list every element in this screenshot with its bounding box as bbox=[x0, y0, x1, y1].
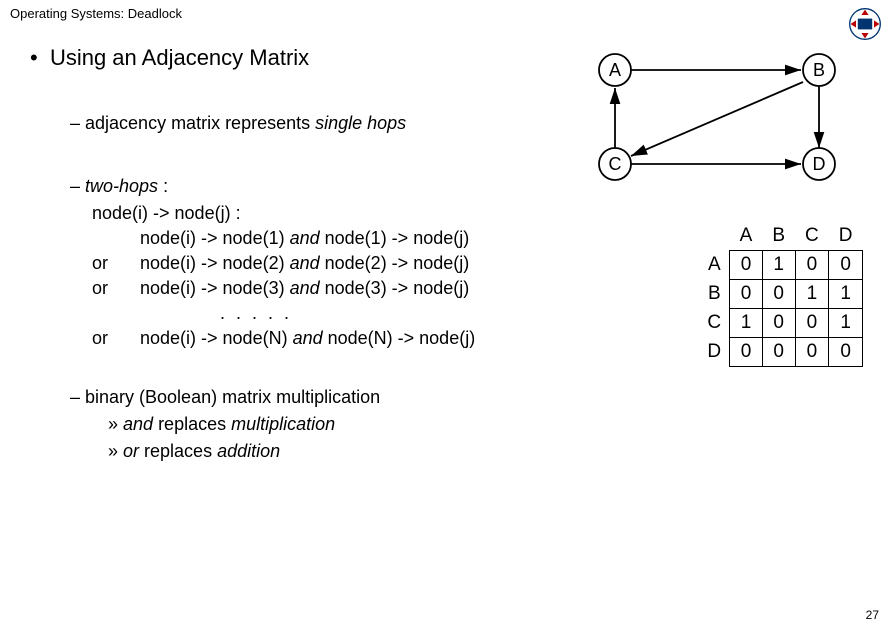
matrix-cell: 0 bbox=[730, 251, 763, 280]
node-c: C bbox=[609, 154, 622, 174]
matrix-cell: 0 bbox=[762, 280, 795, 309]
matrix-row-header: A bbox=[697, 251, 729, 280]
matrix-cell: 0 bbox=[795, 309, 829, 338]
matrix-cell: 0 bbox=[762, 338, 795, 367]
matrix-cell: 1 bbox=[795, 280, 829, 309]
matrix-cell: 1 bbox=[730, 309, 763, 338]
adjacency-matrix: ABCDA0100B0011C1001D0000 bbox=[697, 222, 863, 367]
dash-boolean: – binary (Boolean) matrix multiplication bbox=[0, 387, 891, 408]
matrix-col-header: C bbox=[795, 222, 829, 251]
matrix-cell: 0 bbox=[829, 338, 863, 367]
node-a: A bbox=[609, 60, 621, 80]
node-d: D bbox=[813, 154, 826, 174]
slide-header: Operating Systems: Deadlock bbox=[0, 0, 891, 27]
matrix-cell: 0 bbox=[730, 280, 763, 309]
matrix-cell: 0 bbox=[795, 338, 829, 367]
hop-intro: node(i) -> node(j) : bbox=[0, 203, 891, 224]
matrix-row-header: B bbox=[697, 280, 729, 309]
matrix-cell: 1 bbox=[829, 280, 863, 309]
matrix-cell: 0 bbox=[730, 338, 763, 367]
matrix-col-header: B bbox=[762, 222, 795, 251]
matrix-col-header: A bbox=[730, 222, 763, 251]
matrix-cell: 0 bbox=[795, 251, 829, 280]
matrix-cell: 0 bbox=[762, 309, 795, 338]
node-b: B bbox=[813, 60, 825, 80]
matrix-row-header: D bbox=[697, 338, 729, 367]
arrow-or: » or replaces addition bbox=[0, 441, 891, 462]
matrix-row-header: C bbox=[697, 309, 729, 338]
matrix-col-header: D bbox=[829, 222, 863, 251]
page-number: 27 bbox=[866, 608, 879, 622]
matrix-cell: 0 bbox=[829, 251, 863, 280]
matrix-cell: 1 bbox=[762, 251, 795, 280]
graph-diagram: A B C D bbox=[571, 42, 871, 188]
arrow-and: » and replaces multiplication bbox=[0, 414, 891, 435]
university-crest-icon bbox=[847, 6, 883, 42]
matrix-cell: 1 bbox=[829, 309, 863, 338]
